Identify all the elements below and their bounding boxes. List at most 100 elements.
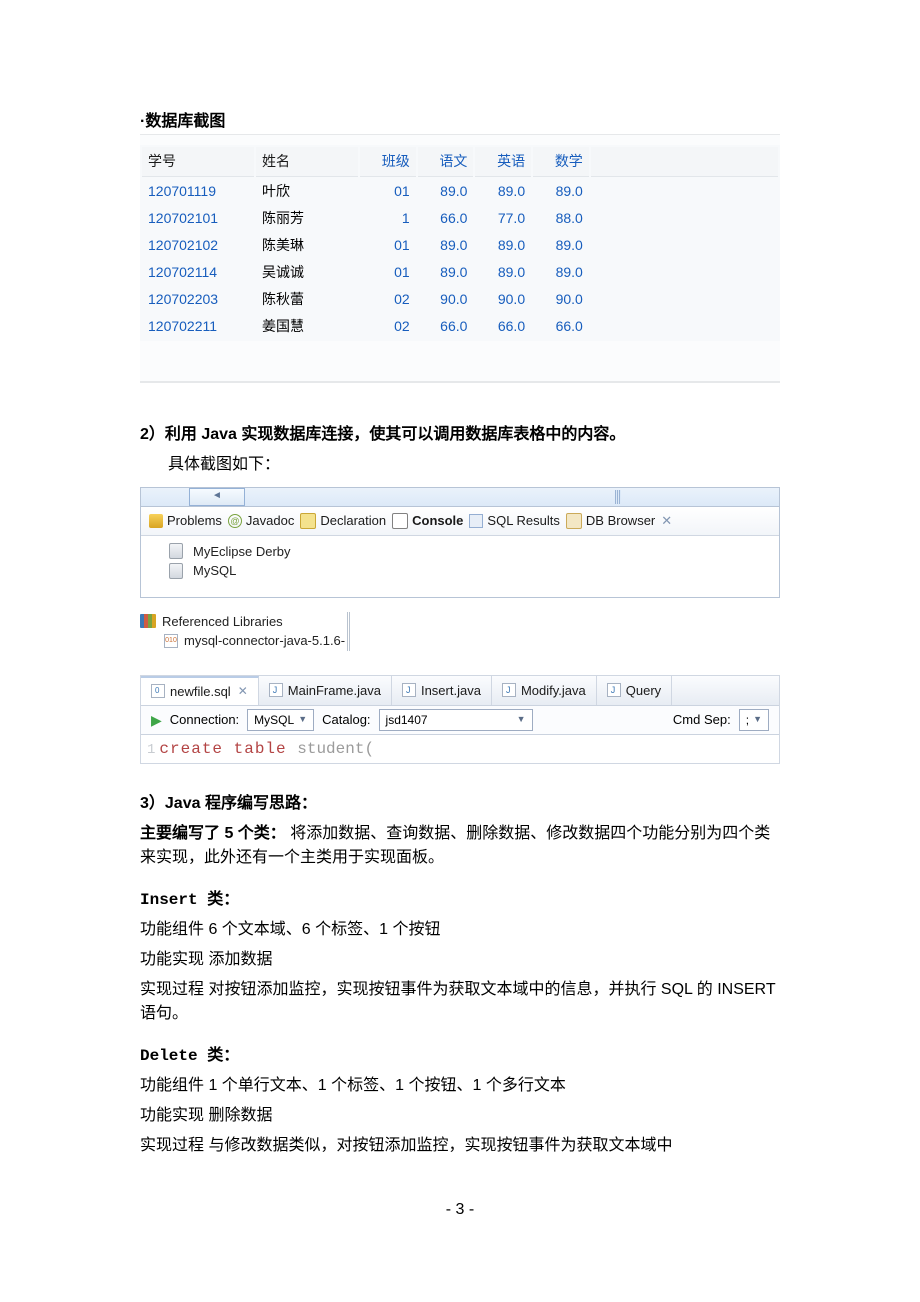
sql-editor-line[interactable]: 1create table student( [141,735,779,763]
cell-yuwen: 66.0 [418,206,474,231]
section3-intro: 主要编写了 5 个类： 将添加数据、查询数据、删除数据、修改数据四个功能分别为四… [140,822,780,870]
jar-icon: 010 [164,634,178,648]
sql-keyword: create table [159,740,297,758]
tree-item-mysql[interactable]: MySQL [169,561,769,581]
cell-yuwen: 89.0 [418,260,474,285]
db-table-screenshot: 学号 姓名 班级 语文 英语 数学 120701119叶欣0189.089.08… [140,134,780,383]
eclipse-hscrollbar[interactable]: ◄ [141,488,779,507]
delete-line1: 功能组件 1 个单行文本、1 个标签、1 个按钮、1 个多行文本 [140,1074,780,1098]
cell-math: 89.0 [533,233,589,258]
table-row: 120702211姜国慧0266.066.066.0 [142,314,778,339]
java-file-icon [502,683,516,697]
tab-console[interactable]: Console [392,511,463,531]
declaration-icon [300,513,316,529]
catalog-select[interactable]: jsd1407▼ [379,709,533,731]
editor-tab-mainframe[interactable]: MainFrame.java [259,676,392,706]
section3-heading: 3）Java 程序编写思路： [140,792,780,816]
cell-english: 89.0 [475,179,531,204]
cmdsep-label: Cmd Sep: [673,710,731,730]
col-id: 学号 [142,147,254,177]
tree-item-label: MyEclipse Derby [193,542,291,562]
chevron-down-icon: ▼ [753,713,762,727]
sqlresults-icon [469,514,483,528]
page-number: - 3 - [140,1198,780,1222]
editor-tab-label: Modify.java [521,681,586,701]
sql-identifier: student( [297,740,374,758]
cell-class: 01 [360,179,416,204]
tab-db-browser[interactable]: DB Browser ✕ [566,511,672,531]
col-english: 英语 [475,147,531,177]
editor-tab-modify[interactable]: Modify.java [492,676,597,706]
tab-label: Problems [167,511,222,531]
tab-label: DB Browser [586,511,655,531]
cmdsep-select[interactable]: ;▼ [739,709,769,731]
cell-id: 120702102 [142,233,254,258]
cell-yuwen: 66.0 [418,314,474,339]
close-icon[interactable]: ✕ [661,511,672,531]
table-row: 120702101陈丽芳166.077.088.0 [142,206,778,231]
section1-heading: ·数据库截图 [140,110,780,134]
tab-label: Javadoc [246,511,294,531]
tree-item-derby[interactable]: MyEclipse Derby [169,542,769,562]
cell-class: 02 [360,287,416,312]
db-table: 学号 姓名 班级 语文 英语 数学 120701119叶欣0189.089.08… [140,145,780,341]
cell-math: 88.0 [533,206,589,231]
cell-name: 叶欣 [256,179,358,204]
connection-toolbar: ▶ Connection: MySQL▼ Catalog: jsd1407▼ C… [141,706,779,735]
editor-tab-query[interactable]: Query [597,676,672,706]
table-row: 120702102陈美琳0189.089.089.0 [142,233,778,258]
col-math: 数学 [533,147,589,177]
tab-problems[interactable]: Problems [149,511,222,531]
editor-tab-label: Query [626,681,661,701]
java-file-icon [607,683,621,697]
tab-declaration[interactable]: Declaration [300,511,386,531]
problems-icon [149,514,163,528]
java-file-icon [402,683,416,697]
table-row: 120701119叶欣0189.089.089.0 [142,179,778,204]
section2-heading: 2）利用 Java 实现数据库连接，使其可以调用数据库表格中的内容。 [140,423,780,447]
cell-yuwen: 89.0 [418,179,474,204]
cell-english: 89.0 [475,233,531,258]
connection-select[interactable]: MySQL▼ [247,709,314,731]
scrollbar-grip[interactable] [615,490,621,504]
editor-tab-label: MainFrame.java [288,681,381,701]
insert-class-heading: Insert 类： [140,888,780,912]
database-icon [169,563,183,579]
tab-sql-results[interactable]: SQL Results [469,511,560,531]
cell-yuwen: 90.0 [418,287,474,312]
intro-bold: 主要编写了 5 个类： [140,825,286,842]
cell-id: 120701119 [142,179,254,204]
cell-id: 120702101 [142,206,254,231]
cell-math: 66.0 [533,314,589,339]
delete-line2: 功能实现 删除数据 [140,1104,780,1128]
cell-name: 姜国慧 [256,314,358,339]
scrollbar-left-arrow[interactable]: ◄ [189,488,245,506]
editor-tab-newfile-sql[interactable]: newfile.sql✕ [141,676,259,706]
cell-name: 陈美琳 [256,233,358,258]
run-sql-button[interactable]: ▶ [151,710,162,731]
sql-file-icon [151,684,165,698]
tab-javadoc[interactable]: @Javadoc [228,511,294,531]
java-file-icon [269,683,283,697]
eclipse-tabbar: Problems @Javadoc Declaration Console SQ… [141,507,779,536]
editor-tab-insert[interactable]: Insert.java [392,676,492,706]
database-icon [169,543,183,559]
cell-class: 02 [360,314,416,339]
cell-english: 89.0 [475,260,531,285]
cell-math: 90.0 [533,287,589,312]
insert-line1: 功能组件 6 个文本域、6 个标签、1 个按钮 [140,918,780,942]
sql-editor-screenshot: newfile.sql✕ MainFrame.java Insert.java … [140,675,780,765]
cell-id: 120702211 [142,314,254,339]
console-icon [392,513,408,529]
referenced-libraries-node[interactable]: Referenced Libraries [140,612,345,632]
cell-english: 77.0 [475,206,531,231]
jar-node[interactable]: 010 mysql-connector-java-5.1.6- [140,631,345,651]
db-browser-icon [566,513,582,529]
close-icon[interactable]: ✕ [238,682,248,700]
tab-label: Console [412,511,463,531]
cell-english: 66.0 [475,314,531,339]
table-row: 120702203陈秋蕾0290.090.090.0 [142,287,778,312]
connection-label: Connection: [170,710,239,730]
editor-tabbar: newfile.sql✕ MainFrame.java Insert.java … [141,676,779,707]
editor-tab-label: Insert.java [421,681,481,701]
